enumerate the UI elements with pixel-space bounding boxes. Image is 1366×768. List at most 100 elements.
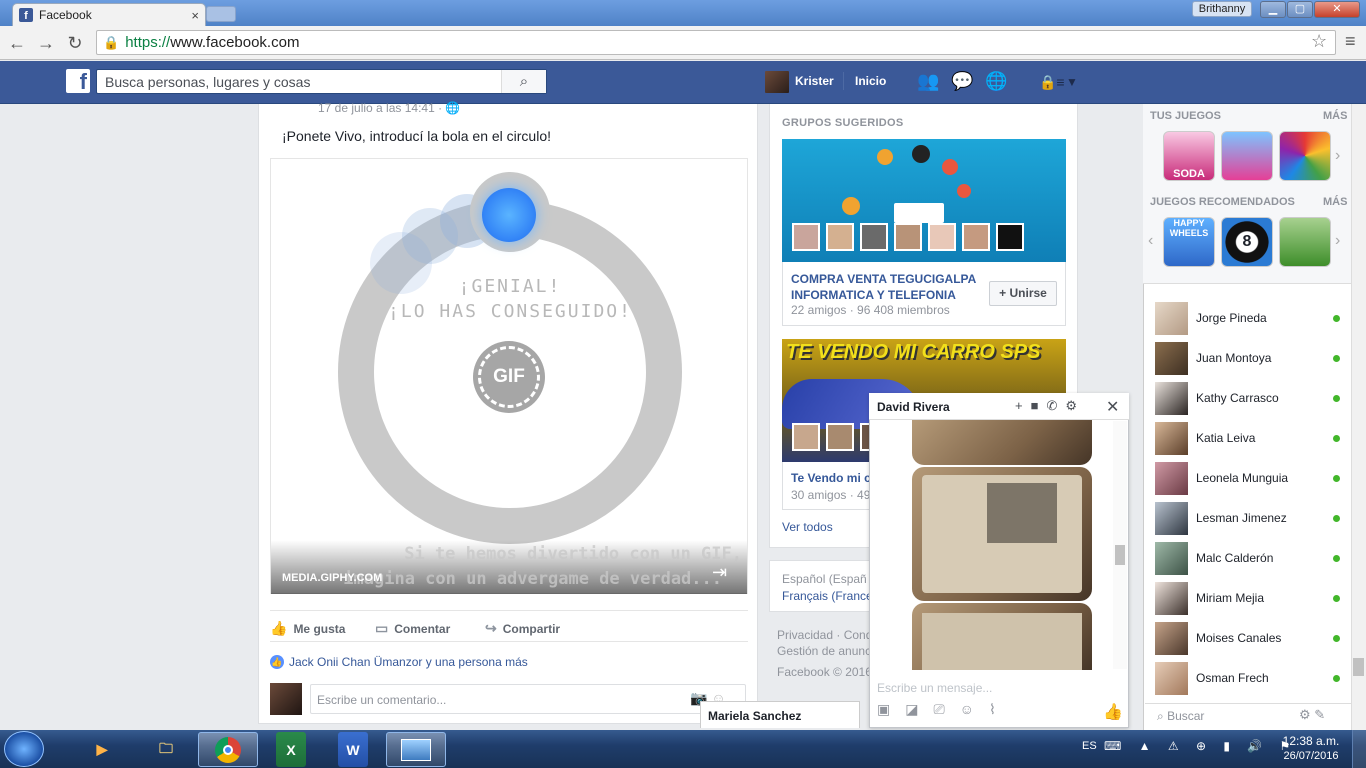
group-name[interactable]: COMPRA VENTA TEGUCIGALPA INFORMATICA Y T… xyxy=(791,271,981,303)
join-group-button[interactable]: + Unirse xyxy=(989,281,1057,306)
privacy-shortcuts-icon[interactable]: 🔒≡ xyxy=(1039,74,1065,91)
contact-row[interactable]: Leonela Munguia xyxy=(1155,461,1340,495)
share-button[interactable]: ↪ Compartir xyxy=(485,620,560,637)
home-link[interactable]: Inicio xyxy=(855,74,886,88)
contact-row[interactable]: Lesman Jimenez xyxy=(1155,501,1340,535)
like-button[interactable]: 👍 Me gusta xyxy=(270,620,345,637)
online-dot-icon xyxy=(1333,634,1340,642)
post-timestamp[interactable]: 17 de julio a las 14:41 · 🌐 xyxy=(318,101,460,115)
game-trivia-crack[interactable] xyxy=(1279,131,1331,181)
group-banner-text: TE VENDO MI CARRO SPS xyxy=(786,341,1041,363)
group-name[interactable]: Te Vendo mi c xyxy=(791,471,871,485)
emoji-icon[interactable]: ☺ xyxy=(960,701,989,717)
add-people-icon[interactable]: + xyxy=(1015,398,1031,413)
prev-games-chevron-icon[interactable]: ‹ xyxy=(1148,232,1153,250)
friend-requests-icon[interactable]: 👥 xyxy=(917,71,939,92)
page-scrollbar[interactable] xyxy=(1351,104,1366,730)
account-menu-chevron-icon[interactable]: ▼ xyxy=(1066,75,1078,89)
maximize-button[interactable]: ▢ xyxy=(1287,1,1313,18)
explorer-taskbar-icon[interactable]: 🗀 xyxy=(136,732,196,767)
external-link-icon[interactable]: ⇥ xyxy=(712,562,727,583)
close-window-button[interactable]: ✕ xyxy=(1314,1,1360,18)
address-bar[interactable]: 🔒 https:// www.facebook.com xyxy=(96,30,1336,55)
tab-close-icon[interactable]: × xyxy=(191,8,199,23)
contact-row[interactable]: Katia Leiva xyxy=(1155,421,1340,455)
chat-message-input[interactable]: Escribe un mensaje... xyxy=(877,681,992,695)
photo-viewer-taskbar-icon[interactable] xyxy=(386,732,446,767)
profile-link[interactable]: Krister xyxy=(795,74,834,88)
chat-scrollbar-thumb[interactable] xyxy=(1115,545,1125,565)
notifications-globe-icon[interactable]: 🌐 xyxy=(985,71,1007,92)
gif-icon[interactable]: ⎚ xyxy=(933,701,959,717)
online-dot-icon xyxy=(1333,354,1340,362)
contact-row[interactable]: Malc Calderón xyxy=(1155,541,1340,575)
contact-row[interactable]: Moises Canales xyxy=(1155,621,1340,655)
game-happy-wheels[interactable]: HAPPY WHEELS xyxy=(1163,217,1215,267)
system-tray-icons[interactable]: ⌨ ▲ ⚠ ⊕ ▮ 🔊 ⚑ xyxy=(1104,739,1297,753)
contact-row[interactable]: Miriam Mejia xyxy=(1155,581,1340,615)
see-all-groups-link[interactable]: Ver todos xyxy=(782,520,833,534)
media-player-taskbar-icon[interactable]: ▶ xyxy=(72,732,132,767)
reload-icon[interactable]: ↻ xyxy=(64,32,86,54)
minimized-chat-tab[interactable]: Mariela Sanchez xyxy=(700,701,860,728)
forward-icon[interactable]: → xyxy=(35,32,57,54)
game-candy-crush-soda[interactable]: SODA xyxy=(1163,131,1215,181)
video-call-icon[interactable]: ■ xyxy=(1031,398,1047,413)
phone-icon[interactable]: ✆ xyxy=(1046,398,1065,413)
more-recommended-link[interactable]: MÁS xyxy=(1323,196,1347,208)
start-button[interactable] xyxy=(4,731,44,767)
chrome-taskbar-icon[interactable] xyxy=(198,732,258,767)
chrome-menu-icon[interactable]: ≡ xyxy=(1345,31,1356,52)
close-icon[interactable]: ✕ xyxy=(1106,397,1119,417)
language-option[interactable]: Français (France xyxy=(782,589,873,603)
input-language-indicator[interactable]: ES xyxy=(1082,740,1097,752)
facebook-logo[interactable]: f xyxy=(66,69,90,93)
game-soccer[interactable] xyxy=(1279,217,1331,267)
new-tab-button[interactable] xyxy=(206,6,236,22)
gif-play-badge[interactable]: GIF xyxy=(473,341,545,413)
gear-icon[interactable]: ⚙ xyxy=(1065,398,1085,413)
media-source-link[interactable]: MEDIA.GIPHY.COM xyxy=(282,572,382,584)
more-games-link[interactable]: MÁS xyxy=(1323,110,1347,122)
word-taskbar-icon[interactable]: W xyxy=(338,732,368,767)
show-desktop-button[interactable] xyxy=(1352,730,1366,768)
sticker-icon[interactable]: ◪ xyxy=(905,701,933,717)
browser-profile-button[interactable]: Brithanny xyxy=(1192,1,1252,17)
group-cover-image[interactable] xyxy=(782,139,1066,262)
chat-photo-message[interactable] xyxy=(912,467,1092,601)
game-8-ball-pool[interactable]: 8 xyxy=(1221,217,1273,267)
search-icon: ⌕ xyxy=(1157,709,1168,723)
bookmark-star-icon[interactable]: ☆ xyxy=(1311,31,1327,52)
clock-time[interactable]: 12:38 a.m. xyxy=(1281,734,1341,748)
footer-links[interactable]: Privacidad · Cond xyxy=(777,628,872,642)
contact-row[interactable]: Juan Montoya xyxy=(1155,341,1340,375)
contact-row[interactable]: Jorge Pineda xyxy=(1155,301,1340,335)
chat-settings-icon[interactable]: ⚙ ✎ xyxy=(1299,707,1325,723)
attach-icon[interactable]: ⌇ xyxy=(989,701,1011,717)
reactions-summary[interactable]: 👍 Jack Onii Chan Ümanzor y una persona má… xyxy=(270,655,528,669)
next-games-chevron-icon[interactable]: › xyxy=(1335,147,1340,165)
excel-taskbar-icon[interactable]: X xyxy=(276,732,306,767)
contact-row[interactable]: Osman Frech xyxy=(1155,661,1340,695)
search-icon[interactable]: ⌕ xyxy=(501,70,546,93)
chat-photo-message[interactable] xyxy=(912,420,1092,465)
tab-facebook[interactable]: f Facebook × xyxy=(12,3,206,26)
chat-header-actions[interactable]: +■✆⚙ xyxy=(1015,398,1085,414)
footer-links[interactable]: Gestión de anunc xyxy=(777,644,871,658)
chat-photo-message[interactable] xyxy=(912,603,1092,670)
chat-contact-name[interactable]: David Rivera xyxy=(877,400,950,414)
comment-button[interactable]: ▭ Comentar xyxy=(375,620,450,637)
game-bubble-witch[interactable] xyxy=(1221,131,1273,181)
image-icon[interactable]: ▣ xyxy=(877,701,905,717)
messages-icon[interactable]: 💬 xyxy=(951,71,973,92)
contact-row[interactable]: Kathy Carrasco xyxy=(1155,381,1340,415)
search-input[interactable]: Busca personas, lugares y cosas ⌕ xyxy=(96,69,547,94)
back-icon[interactable]: ← xyxy=(6,32,28,54)
profile-avatar[interactable] xyxy=(765,71,789,93)
next-recommended-chevron-icon[interactable]: › xyxy=(1335,232,1340,250)
comment-input[interactable]: Escribe un comentario... xyxy=(310,684,746,714)
page-scrollbar-thumb[interactable] xyxy=(1353,658,1364,676)
minimize-button[interactable]: ▁ xyxy=(1260,1,1286,18)
send-like-icon[interactable]: 👍 xyxy=(1103,702,1123,722)
clock-date[interactable]: 26/07/2016 xyxy=(1279,750,1343,762)
